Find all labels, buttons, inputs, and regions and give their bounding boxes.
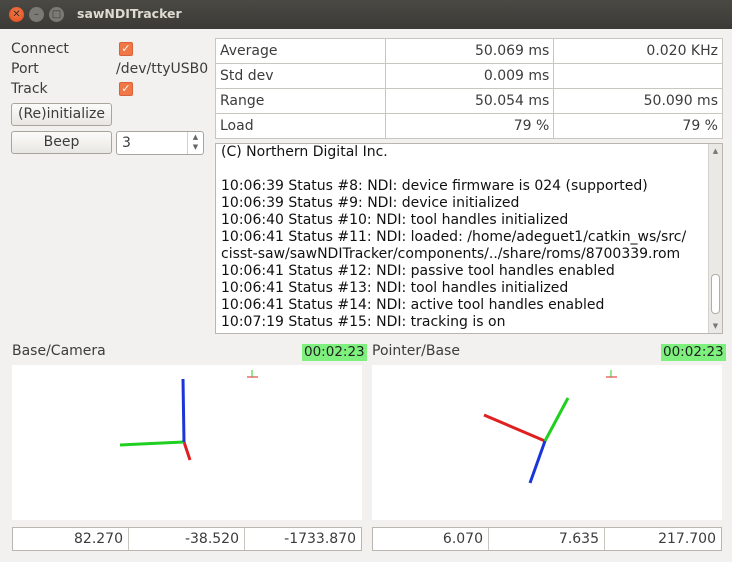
window-title: sawNDITracker	[77, 6, 182, 21]
spin-arrows[interactable]: ▲ ▼	[187, 132, 203, 154]
z-axis-line	[181, 378, 186, 443]
connect-label: Connect	[11, 41, 69, 57]
timing-stats-table: Average 50.069 ms 0.020 KHz Std dev 0.00…	[215, 38, 723, 139]
stat-value	[553, 63, 723, 89]
base-camera-title: Base/Camera	[12, 343, 106, 359]
reinitialize-button[interactable]: (Re)initialize	[11, 103, 112, 126]
spin-down-icon[interactable]: ▼	[188, 142, 203, 152]
table-row: Range 50.054 ms 50.090 ms	[215, 88, 723, 114]
status-log[interactable]: (C) Northern Digital Inc. 10:06:39 Statu…	[215, 143, 723, 334]
stat-label: Range	[215, 88, 386, 114]
stat-value: 79 %	[553, 113, 723, 139]
base-camera-3d-view[interactable]	[12, 365, 362, 520]
log-line: 10:06:41 Status #12: NDI: passive tool h…	[221, 263, 615, 279]
maximize-window-button[interactable]: □	[49, 7, 64, 22]
beep-button[interactable]: Beep	[11, 131, 112, 154]
log-line: 10:06:41 Status #14: NDI: active tool ha…	[221, 297, 605, 313]
pointer-base-position: 6.070 7.635 217.700	[372, 527, 722, 551]
y-axis-line	[543, 397, 570, 442]
table-row: Load 79 % 79 %	[215, 113, 723, 139]
log-line: (C) Northern Digital Inc.	[221, 144, 388, 160]
pointer-base-3d-view[interactable]	[372, 365, 722, 520]
stat-label: Average	[215, 38, 386, 64]
z-axis-line	[528, 440, 547, 484]
position-y: -38.520	[129, 528, 245, 550]
log-line: cisst-saw/sawNDITracker/components/../sh…	[221, 246, 681, 262]
pointer-base-title: Pointer/Base	[372, 343, 460, 359]
stat-value: 0.009 ms	[384, 63, 555, 89]
spin-up-icon[interactable]: ▲	[188, 132, 203, 142]
connect-checkbox[interactable]: ✓	[119, 42, 133, 56]
track-checkbox[interactable]: ✓	[119, 82, 133, 96]
minimize-window-button[interactable]: –	[29, 7, 44, 22]
x-axis-line	[483, 413, 546, 443]
port-label: Port	[11, 61, 39, 77]
log-line: 10:06:41 Status #13: NDI: tool handles i…	[221, 280, 569, 296]
y-axis-line	[119, 440, 185, 447]
position-z: 217.700	[658, 531, 716, 547]
log-line: 10:06:41 Status #11: NDI: loaded: /home/…	[221, 229, 687, 245]
position-x: 82.270	[13, 528, 129, 550]
position-x: 6.070	[373, 528, 489, 550]
scroll-up-icon[interactable]: ▲	[709, 144, 722, 158]
close-window-button[interactable]: ✕	[9, 7, 24, 22]
stat-label: Load	[215, 113, 386, 139]
pointer-base-frame-axes	[483, 370, 617, 484]
scroll-down-icon[interactable]: ▼	[709, 319, 722, 333]
stat-label: Std dev	[215, 63, 386, 89]
pointer-base-timestamp: 00:02:23	[661, 344, 726, 361]
beep-count-value: 3	[122, 135, 131, 151]
beep-count-spinbox[interactable]: 3 ▲ ▼	[116, 131, 204, 155]
stat-value: 50.054 ms	[384, 88, 555, 114]
base-camera-position: 82.270 -38.520 -1733.870	[12, 527, 362, 551]
stat-value: 79 %	[384, 113, 555, 139]
stat-value: 50.069 ms	[384, 38, 555, 64]
position-z: -1733.870	[284, 531, 356, 547]
stat-value: 50.090 ms	[553, 88, 723, 114]
base-camera-frame-axes	[119, 370, 258, 461]
port-value: /dev/ttyUSB0	[116, 61, 209, 77]
log-line: 10:06:39 Status #9: NDI: device initiali…	[221, 195, 520, 211]
window-titlebar: ✕ – □ sawNDITracker	[0, 0, 732, 29]
log-line: 10:07:19 Status #15: NDI: tracking is on	[221, 314, 506, 330]
table-row: Std dev 0.009 ms	[215, 63, 723, 89]
table-row: Average 50.069 ms 0.020 KHz	[215, 38, 723, 64]
log-line: 10:06:40 Status #10: NDI: tool handles i…	[221, 212, 569, 228]
position-y: 7.635	[489, 528, 605, 550]
stat-value: 0.020 KHz	[553, 38, 723, 64]
x-axis-line	[182, 441, 192, 461]
log-scrollbar[interactable]: ▲ ▼	[708, 144, 722, 333]
log-line: 10:06:39 Status #8: NDI: device firmware…	[221, 178, 648, 194]
scroll-thumb[interactable]	[711, 274, 720, 314]
base-camera-timestamp: 00:02:23	[302, 344, 367, 361]
track-label: Track	[11, 81, 48, 97]
